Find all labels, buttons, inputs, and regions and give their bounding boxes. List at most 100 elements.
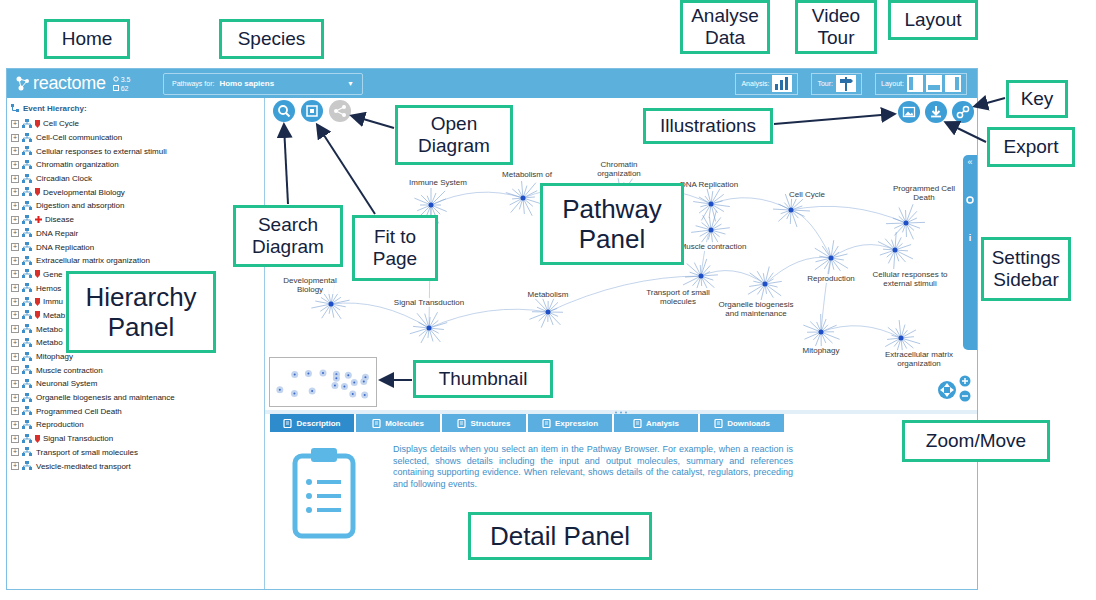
pathway-burst[interactable] — [691, 211, 730, 246]
expand-button[interactable]: + — [11, 353, 19, 361]
hierarchy-item[interactable]: +Vesicle-mediated transport — [11, 459, 260, 473]
hierarchy-item[interactable]: + Reproduction — [11, 418, 260, 432]
hierarchy-item[interactable]: +Developmental Biology — [11, 185, 260, 199]
hierarchy-item[interactable]: +DNA Replication — [11, 240, 260, 254]
expand-button[interactable]: + — [11, 120, 19, 128]
expand-button[interactable]: + — [11, 380, 19, 388]
pathway-node-label[interactable]: Programmed Cell Death — [884, 184, 964, 202]
hierarchy-item[interactable]: +Cellular responses to external stimuli — [11, 144, 260, 158]
layout-control[interactable]: Layout: — [875, 73, 967, 95]
flag-icon — [35, 120, 40, 128]
hierarchy-item[interactable]: +Muscle contraction — [11, 363, 260, 377]
pathway-node-label[interactable]: Extracellular matrix organization — [879, 350, 959, 368]
hierarchy-item[interactable]: +Cell Cycle — [11, 117, 260, 131]
expand-button[interactable]: + — [11, 257, 19, 265]
expand-button[interactable]: + — [11, 394, 19, 402]
expand-button[interactable]: + — [11, 161, 19, 169]
hierarchy-item[interactable]: +Signal Transduction — [11, 432, 260, 446]
pathway-burst[interactable] — [748, 267, 782, 301]
hierarchy-item[interactable]: +DNA Repair — [11, 227, 260, 241]
expand-button[interactable]: + — [11, 462, 19, 470]
hierarchy-item[interactable]: +Circadian Clock — [11, 172, 260, 186]
pathway-node-label[interactable]: Reproduction — [806, 274, 856, 283]
pathway-node-label[interactable]: Metabolism of — [501, 170, 553, 179]
pathway-burst[interactable] — [886, 204, 925, 239]
zoom-move-icon[interactable] — [933, 372, 973, 404]
expand-button[interactable]: + — [11, 325, 19, 333]
pathway-node-label[interactable]: Cell Cycle — [788, 190, 826, 199]
illustration-icon[interactable] — [898, 101, 920, 123]
expand-button[interactable]: + — [11, 202, 19, 210]
home-logo[interactable]: reactome3.562 — [15, 73, 163, 94]
pathway-node-label[interactable]: Cellular responses to external stimuli — [870, 270, 950, 288]
pathway-burst[interactable] — [815, 240, 848, 277]
expand-button[interactable]: + — [11, 175, 19, 183]
fit-page-icon[interactable] — [301, 100, 323, 122]
pathway-burst[interactable] — [529, 295, 563, 327]
expand-button[interactable]: + — [11, 298, 19, 306]
pathway-node-label[interactable]: Chromatin organization — [579, 160, 659, 178]
expand-button[interactable]: + — [11, 243, 19, 251]
expand-button[interactable]: + — [11, 366, 19, 374]
settings-sidebar[interactable]: «i — [963, 155, 977, 350]
expand-button[interactable]: + — [11, 339, 19, 347]
pathway-node-label[interactable]: Mitophagy — [802, 346, 841, 355]
hierarchy-item[interactable]: +Neuronal System — [11, 377, 260, 391]
detail-tab[interactable]: Structures — [442, 414, 526, 432]
hierarchy-item[interactable]: + Extracellular matrix organization — [11, 254, 260, 268]
hierarchy-item[interactable]: +Transport of small molecules — [11, 446, 260, 460]
hierarchy-item[interactable]: +Cell-Cell communication — [11, 131, 260, 145]
expand-button[interactable]: + — [11, 435, 19, 443]
layout-left-icon[interactable] — [907, 75, 923, 92]
pathway-node-label[interactable]: Transport of small molecules — [638, 288, 718, 306]
pathway-burst[interactable] — [506, 181, 541, 216]
pathway-node-label[interactable]: Organelle biogenesis and maintenance — [716, 300, 796, 318]
key-icon[interactable] — [952, 101, 974, 123]
annotation-arrow — [284, 126, 288, 204]
hierarchy-item[interactable]: +Disease — [11, 213, 260, 227]
sidebar-info[interactable]: i — [969, 233, 972, 243]
sidebar-collapse[interactable]: « — [967, 157, 972, 167]
analysis-control[interactable]: Analysis: — [735, 73, 798, 95]
pathway-node-label[interactable]: Developmental Biology — [270, 276, 350, 294]
expand-button[interactable]: + — [11, 188, 19, 196]
detail-tab[interactable]: Downloads — [700, 414, 784, 432]
export-icon[interactable] — [925, 101, 947, 123]
expand-button[interactable]: + — [11, 421, 19, 429]
expand-button[interactable]: + — [11, 229, 19, 237]
expand-button[interactable]: + — [11, 216, 19, 224]
hierarchy-label: Reproduction — [35, 420, 84, 429]
open-diagram-icon[interactable] — [329, 100, 351, 122]
pathway-node-label[interactable]: Signal Transduction — [393, 298, 465, 307]
pathway-node-label[interactable]: Immune System — [408, 178, 468, 187]
hierarchy-item[interactable]: +Programmed Cell Death — [11, 404, 260, 418]
hierarchy-label: Extracellular matrix organization — [35, 256, 150, 265]
search-icon[interactable] — [273, 100, 295, 122]
detail-tab[interactable]: Analysis — [614, 414, 698, 432]
thumbnail[interactable] — [269, 357, 377, 407]
detail-tab[interactable]: Description — [270, 414, 354, 432]
hierarchy-item[interactable]: +Chromatin organization — [11, 158, 260, 172]
expand-button[interactable]: + — [11, 270, 19, 278]
detail-tab[interactable]: Expression — [528, 414, 612, 432]
species-select[interactable]: Pathways for:Homo sapiens▼ — [163, 73, 363, 95]
layout-center-icon[interactable] — [926, 75, 942, 92]
pathway-burst[interactable] — [693, 187, 730, 222]
expand-button[interactable]: + — [11, 311, 19, 319]
pathway-node-label[interactable]: Metabolism — [527, 290, 570, 299]
hierarchy-item[interactable]: +Digestion and absorption — [11, 199, 260, 213]
tour-control[interactable]: Tour: — [811, 73, 862, 95]
expand-button[interactable]: + — [11, 134, 19, 142]
expand-button[interactable]: + — [11, 407, 19, 415]
expand-button[interactable]: + — [11, 147, 19, 155]
detail-tab[interactable]: Molecules — [356, 414, 440, 432]
expand-button[interactable]: + — [11, 284, 19, 292]
settings-icon[interactable] — [965, 195, 975, 205]
layout-right-icon[interactable] — [945, 75, 961, 92]
pathway-burst[interactable] — [410, 312, 447, 343]
hierarchy-item[interactable]: +Organelle biogenesis and maintenance — [11, 391, 260, 405]
pathway-node-label[interactable]: Muscle contraction — [679, 242, 748, 251]
expand-button[interactable]: + — [11, 448, 19, 456]
pathway-burst[interactable] — [878, 232, 913, 269]
pathway-node-label[interactable]: DNA Replication — [679, 180, 739, 189]
